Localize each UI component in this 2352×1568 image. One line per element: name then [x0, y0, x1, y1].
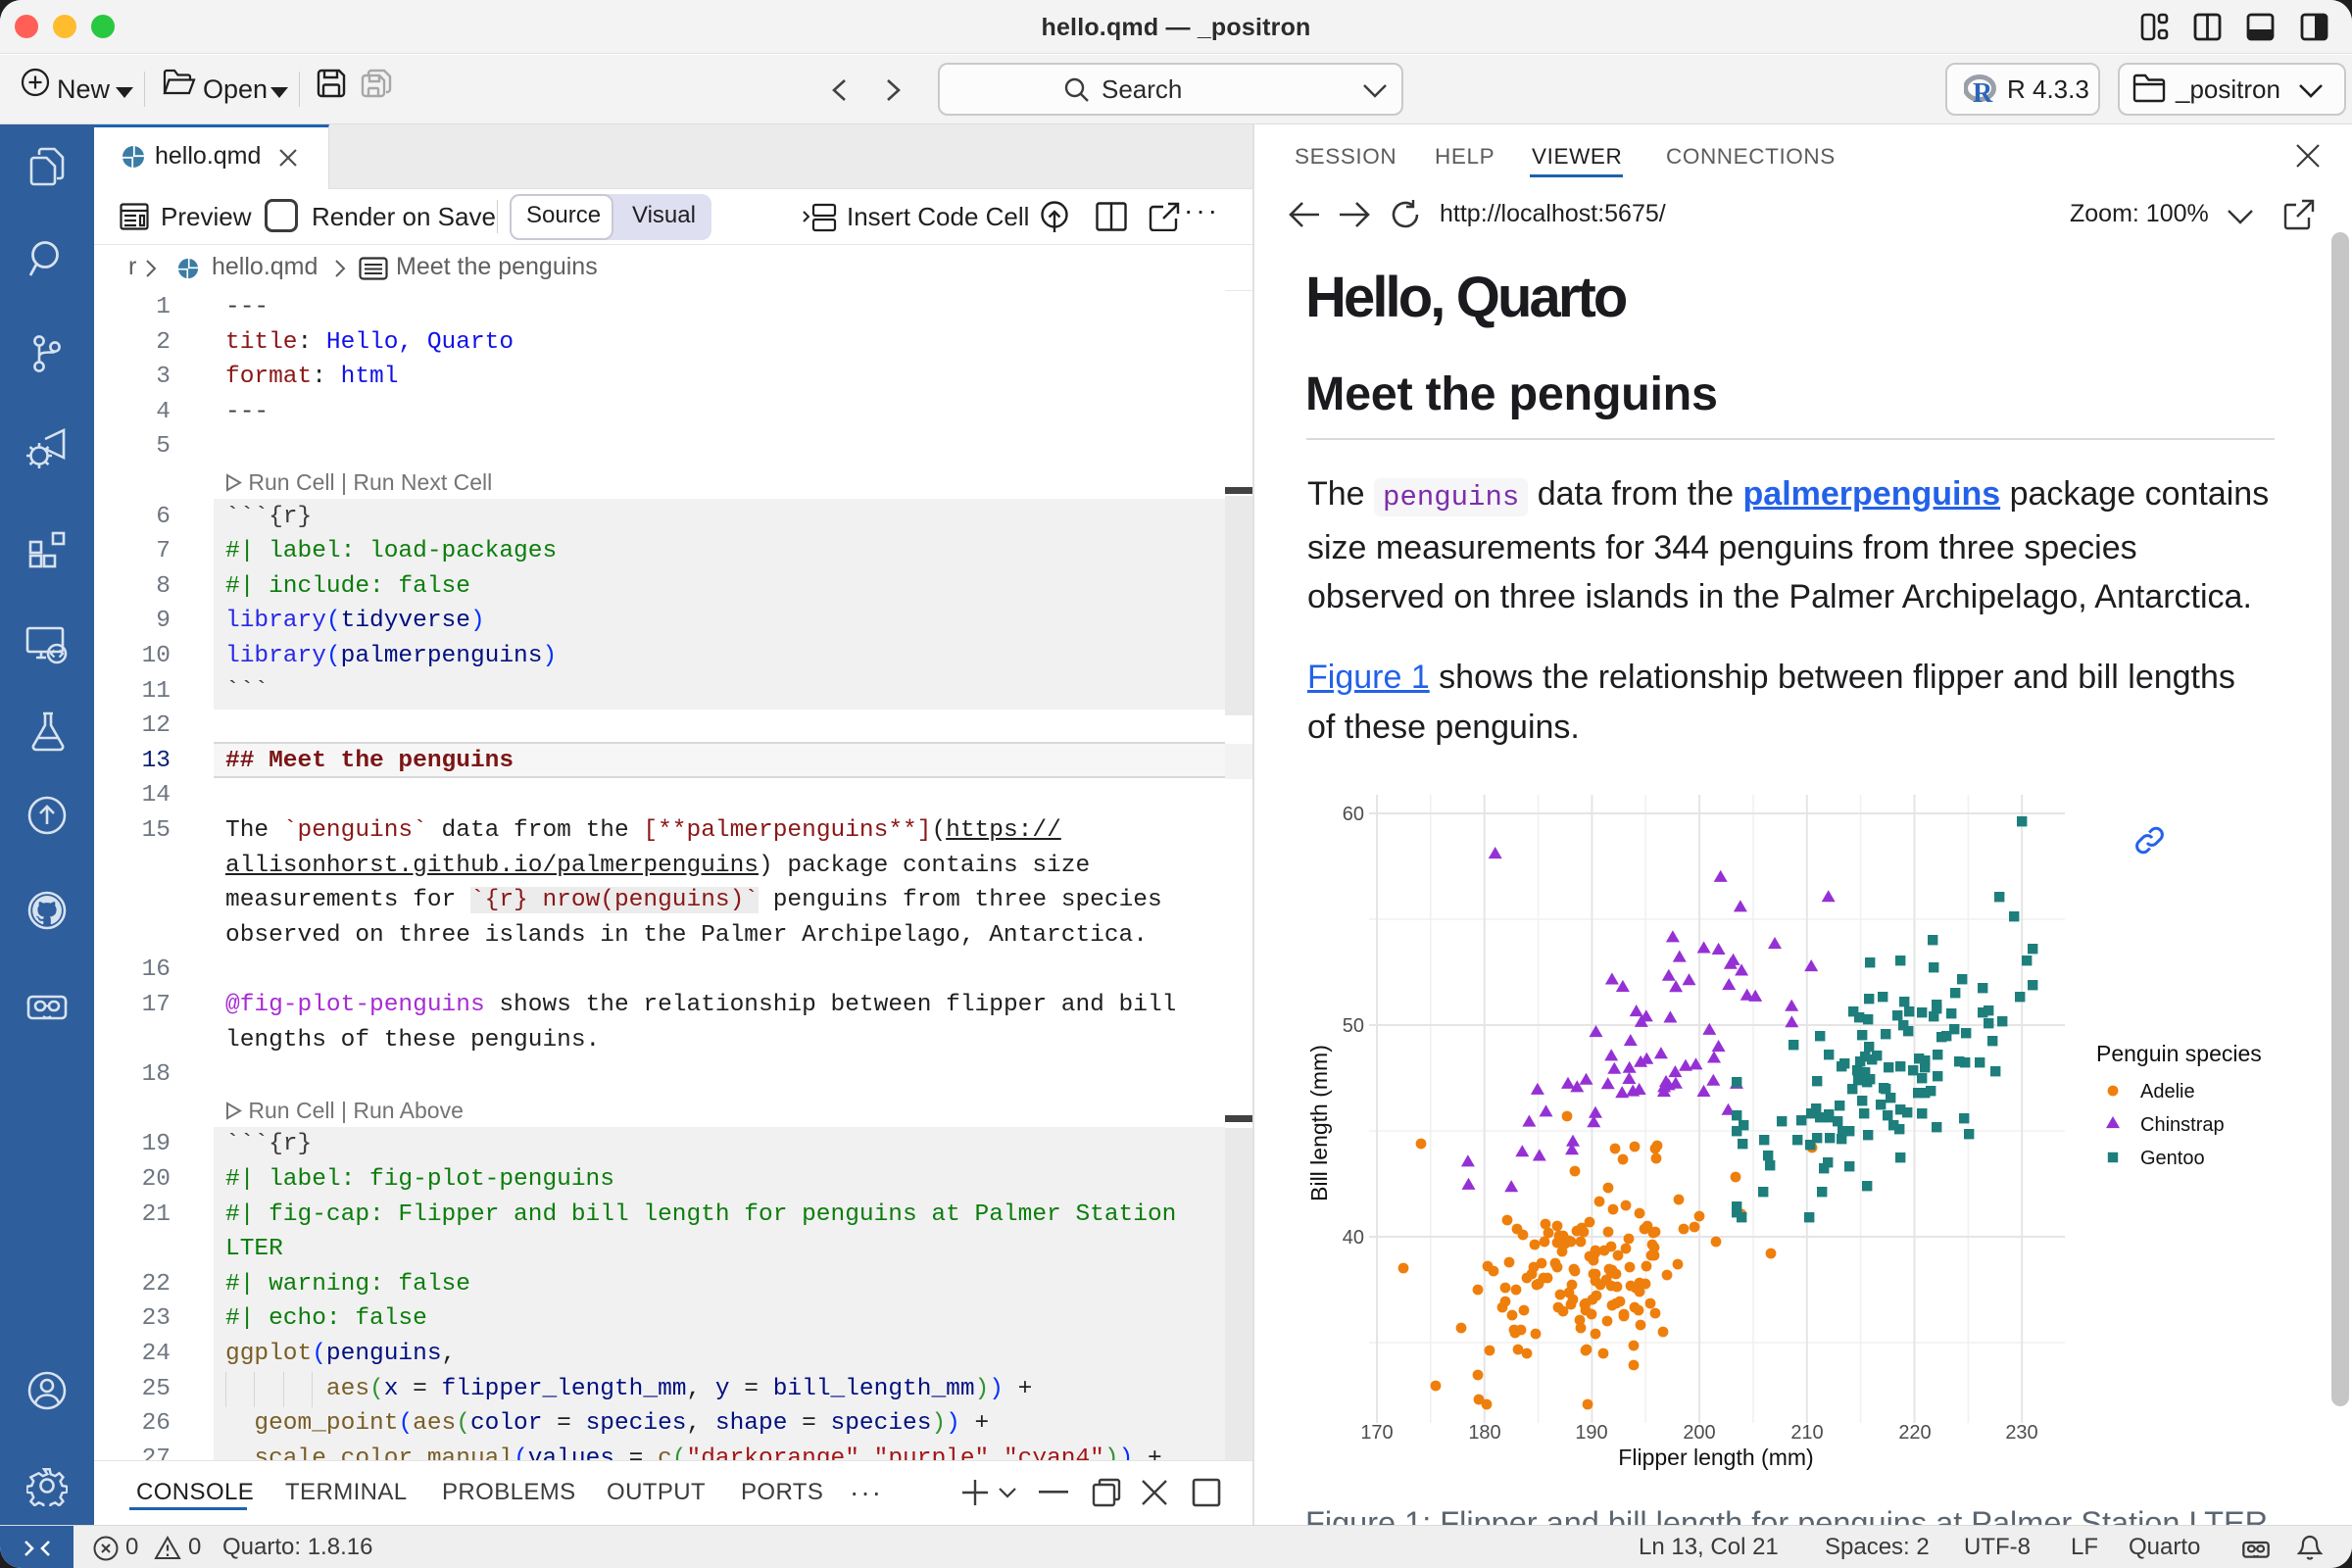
- svg-text:Gentoo: Gentoo: [2140, 1148, 2205, 1169]
- svg-text:40: 40: [1343, 1227, 1364, 1249]
- svg-text:Adelie: Adelie: [2140, 1081, 2195, 1102]
- svg-text:60: 60: [1343, 804, 1364, 825]
- svg-text:190: 190: [1575, 1422, 1607, 1444]
- svg-text:230: 230: [2005, 1422, 2037, 1444]
- svg-text:180: 180: [1468, 1422, 1500, 1444]
- svg-text:Bill length (mm): Bill length (mm): [1306, 1045, 1332, 1201]
- svg-text:220: 220: [1898, 1422, 1931, 1444]
- svg-text:50: 50: [1343, 1015, 1364, 1037]
- svg-text:170: 170: [1360, 1422, 1393, 1444]
- svg-text:210: 210: [1790, 1422, 1823, 1444]
- svg-text:200: 200: [1683, 1422, 1715, 1444]
- svg-text:R: R: [1973, 78, 1993, 105]
- svg-text:Chinstrap: Chinstrap: [2140, 1114, 2225, 1136]
- svg-text:Penguin species: Penguin species: [2096, 1041, 2262, 1066]
- svg-text:Flipper length (mm): Flipper length (mm): [1618, 1445, 1813, 1470]
